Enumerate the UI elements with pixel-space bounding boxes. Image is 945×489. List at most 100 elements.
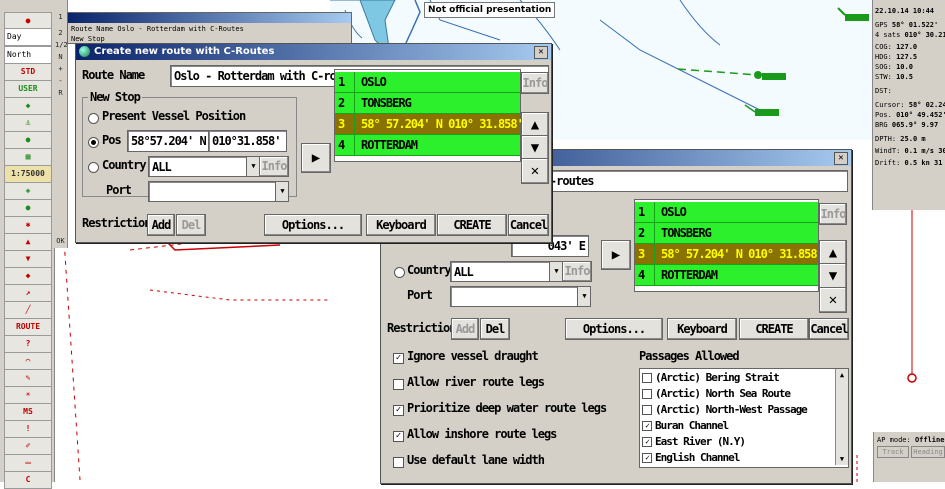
pencil-icon[interactable]: ✐ bbox=[4, 437, 52, 455]
heading-button[interactable]: Heading bbox=[911, 446, 945, 458]
stop-info-button[interactable]: Info bbox=[521, 72, 549, 94]
route-icon[interactable]: ▲ bbox=[4, 233, 52, 251]
passage-item[interactable]: ✓ English Channel bbox=[642, 450, 740, 466]
std-button[interactable]: STD bbox=[4, 63, 52, 81]
scroll-down-icon[interactable]: ▼ bbox=[836, 453, 848, 465]
keyboard-button[interactable]: Keyboard bbox=[366, 214, 436, 236]
back-add-button[interactable]: Add bbox=[451, 318, 479, 340]
layer-icon[interactable]: ◆ bbox=[4, 97, 52, 115]
curve-icon[interactable]: ⌒ bbox=[4, 352, 52, 370]
passage-checkbox[interactable]: ✓ bbox=[642, 421, 652, 431]
narrow-item-half[interactable]: 1/2 bbox=[55, 40, 68, 51]
zoom-out-icon[interactable]: - bbox=[55, 76, 66, 87]
passage-checkbox[interactable] bbox=[642, 373, 652, 383]
scroll-up-icon[interactable]: ▲ bbox=[836, 369, 848, 381]
wind-label[interactable]: WindT: bbox=[875, 147, 900, 155]
track-button[interactable]: Track bbox=[877, 446, 909, 458]
pos-lon-field[interactable]: 010°31.858' E bbox=[208, 130, 287, 152]
drift-label[interactable]: Drift: bbox=[875, 159, 900, 167]
country-radio[interactable] bbox=[88, 162, 99, 173]
create-button[interactable]: CREATE bbox=[437, 214, 507, 236]
delete-stop-icon[interactable]: ✕ bbox=[521, 158, 549, 184]
option-checkbox[interactable] bbox=[393, 379, 404, 390]
passage-item[interactable]: (Arctic) Bering Strait bbox=[642, 370, 780, 386]
back-stop-row-selected[interactable]: 3 58° 57.204' N 010° 31.858' E bbox=[635, 244, 836, 265]
ok-button[interactable]: OK bbox=[55, 236, 66, 247]
passage-item[interactable]: (Arctic) North Sea Route bbox=[642, 386, 791, 402]
back-stop-row[interactable]: 1 OSLO bbox=[635, 202, 818, 223]
passage-checkbox[interactable] bbox=[642, 389, 652, 399]
country-info-button[interactable]: Info bbox=[259, 156, 289, 177]
insert-stop-arrow-button[interactable]: ▶ bbox=[301, 143, 331, 173]
chevron-down-icon[interactable]: ▼ bbox=[549, 262, 562, 281]
passage-item[interactable]: (Arctic) North-West Passage bbox=[642, 402, 808, 418]
present-position-radio[interactable] bbox=[88, 113, 99, 124]
grid-icon[interactable]: ▦ bbox=[4, 148, 52, 166]
stop-row[interactable]: 2 TONSBERG bbox=[335, 93, 520, 114]
back-keyboard-button[interactable]: Keyboard bbox=[667, 318, 737, 340]
back-create-button[interactable]: CREATE bbox=[739, 318, 809, 340]
folder-icon[interactable]: ▭ bbox=[4, 454, 52, 472]
passages-scrollbar[interactable]: ▲ ▼ bbox=[835, 369, 848, 465]
port-select[interactable]: ▼ bbox=[148, 181, 289, 202]
chart-icon[interactable]: ◈ bbox=[4, 182, 52, 200]
stop-list[interactable]: 1 OSLO 2 TONSBERG 3 58° 57.204' N 010° 31.8… bbox=[334, 69, 536, 162]
back-insert-arrow-button[interactable]: ▶ bbox=[601, 240, 631, 270]
back-cancel-button[interactable]: Cancel bbox=[809, 318, 849, 340]
option-checkbox[interactable]: ✓ bbox=[393, 353, 404, 364]
mode-select[interactable]: Day bbox=[4, 28, 52, 46]
chevron-down-icon[interactable]: ▼ bbox=[577, 287, 590, 306]
pos-radio[interactable] bbox=[88, 137, 99, 148]
back-close-button[interactable]: ✕ bbox=[834, 152, 848, 165]
passage-checkbox[interactable]: ✓ bbox=[642, 437, 652, 447]
measure-icon[interactable]: ╱ bbox=[4, 301, 52, 319]
waypoint-icon[interactable]: ▼ bbox=[4, 250, 52, 268]
scale-button[interactable]: 1:75000 bbox=[4, 165, 52, 183]
passages-list[interactable]: (Arctic) Bering Strait (Arctic) North Se… bbox=[639, 368, 849, 468]
add-button[interactable]: Add bbox=[147, 214, 175, 236]
option-checkbox[interactable]: ✓ bbox=[393, 405, 404, 416]
front-dialog-titlebar[interactable]: Create new route with C-Routes bbox=[76, 44, 551, 60]
orientation-select[interactable]: North bbox=[4, 46, 52, 64]
back-route-name-field[interactable]: th C-routes bbox=[521, 170, 848, 192]
depth-label[interactable]: DPTH: bbox=[875, 135, 896, 143]
back-options-button[interactable]: Options... bbox=[565, 318, 663, 340]
del-button[interactable]: Del bbox=[176, 214, 206, 236]
options-button[interactable]: Options... bbox=[264, 214, 362, 236]
zoom-in-icon[interactable]: + bbox=[55, 64, 66, 75]
pos-lat-field[interactable]: 58°57.204' N bbox=[127, 130, 209, 152]
event-icon[interactable]: ↗ bbox=[4, 284, 52, 302]
ship-icon[interactable]: ● bbox=[4, 199, 52, 217]
user-button[interactable]: USER bbox=[4, 80, 52, 98]
passage-item[interactable]: ✓ Buran Channel bbox=[642, 418, 729, 434]
cancel-button[interactable]: Cancel bbox=[508, 214, 549, 236]
narrow-item-1[interactable]: 1 bbox=[55, 12, 66, 23]
route-button[interactable]: ROUTE bbox=[4, 318, 52, 336]
anchor-icon[interactable]: ⚓ bbox=[4, 114, 52, 132]
stop-row-selected[interactable]: 3 58° 57.204' N 010° 31.858' E bbox=[335, 114, 536, 135]
c-button[interactable]: C bbox=[4, 471, 52, 489]
stop-row[interactable]: 1 OSLO bbox=[335, 72, 520, 93]
back-stop-row[interactable]: 2 TONSBERG bbox=[635, 223, 818, 244]
passage-item[interactable]: ✓ East River (N.Y) bbox=[642, 434, 746, 450]
chevron-down-icon[interactable]: ▼ bbox=[275, 182, 288, 201]
edit-icon[interactable]: ✎ bbox=[4, 369, 52, 387]
passage-checkbox[interactable]: ✓ bbox=[642, 453, 652, 463]
back-port-select[interactable]: ▼ bbox=[450, 286, 591, 307]
narrow-item-north[interactable]: N bbox=[55, 52, 66, 63]
back-stop-list[interactable]: 1 OSLO 2 TONSBERG 3 58° 57.204' N 010° 31.8… bbox=[634, 199, 836, 292]
help-icon[interactable]: ? bbox=[4, 335, 52, 353]
target-icon[interactable]: ● bbox=[4, 131, 52, 149]
chevron-down-icon[interactable]: ▼ bbox=[246, 157, 259, 176]
delete-stop-icon[interactable]: ✕ bbox=[819, 287, 847, 313]
option-checkbox[interactable]: ✓ bbox=[393, 431, 404, 442]
marker-icon[interactable]: ✱ bbox=[4, 216, 52, 234]
narrow-item-r[interactable]: R bbox=[55, 88, 66, 99]
passage-checkbox[interactable] bbox=[642, 405, 652, 415]
back-stop-info-button[interactable]: Info bbox=[819, 203, 847, 225]
back-country-radio[interactable] bbox=[394, 267, 405, 278]
stop-row[interactable]: 4 ROTTERDAM bbox=[335, 135, 520, 156]
track-icon[interactable]: ◆ bbox=[4, 267, 52, 285]
option-checkbox[interactable] bbox=[393, 457, 404, 468]
country-select[interactable]: ALL ▼ bbox=[148, 156, 260, 177]
